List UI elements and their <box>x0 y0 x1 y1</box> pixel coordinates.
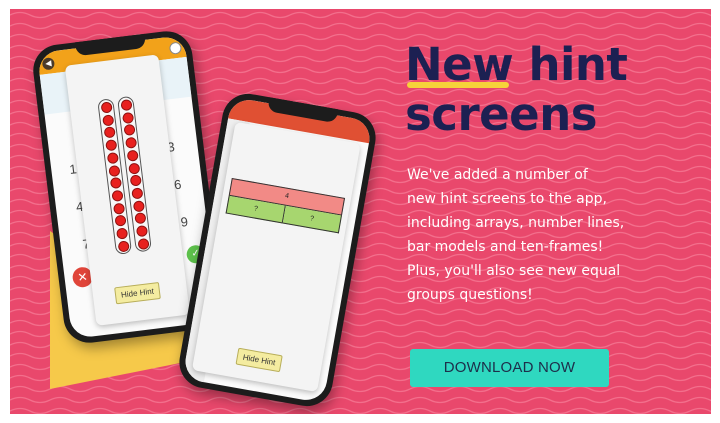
title-word-screens: screens <box>405 88 598 141</box>
array-bead <box>127 162 140 175</box>
array-bead <box>124 136 137 150</box>
array-bead <box>115 227 128 240</box>
array-bead <box>132 199 145 213</box>
menu-icon[interactable] <box>168 41 183 55</box>
array-bead <box>112 202 125 215</box>
description-line: We've added a number of <box>407 167 588 183</box>
array-bead <box>117 240 130 253</box>
array-bead <box>109 177 122 190</box>
download-now-button[interactable]: DOWNLOAD NOW <box>410 349 609 387</box>
array-bead <box>100 101 113 114</box>
description-line: groups questions! <box>407 287 533 303</box>
title-word-hint: hint <box>528 38 628 91</box>
bar-model-hint-panel: 4 ? ? Hide Hint <box>191 121 361 393</box>
bead-array <box>97 95 156 255</box>
array-bead <box>136 237 150 250</box>
array-bead <box>130 187 143 200</box>
hide-hint-button[interactable]: Hide Hint <box>114 281 161 305</box>
array-bead <box>113 214 127 228</box>
array-bead <box>106 151 119 165</box>
key-9[interactable]: 9 <box>180 214 189 230</box>
array-bead <box>121 111 134 124</box>
bar-model: 4 ? ? <box>225 177 346 234</box>
array-bead <box>103 126 116 139</box>
title-word-new: New <box>405 38 514 91</box>
array-bead <box>126 149 139 162</box>
description-line: new hint screens to the app, <box>407 191 607 207</box>
description: We've added a number of new hint screens… <box>407 163 707 307</box>
page-title: New hint screens <box>405 40 695 140</box>
array-bead <box>107 164 121 177</box>
array-bead <box>110 189 124 202</box>
description-line: Plus, you'll also see new equal <box>407 263 621 279</box>
description-line: including arrays, number lines, <box>407 215 625 231</box>
array-bead <box>135 225 148 238</box>
array-bead <box>101 114 114 127</box>
array-bead <box>133 212 147 225</box>
array-bead <box>119 99 133 112</box>
array-bead <box>122 124 136 137</box>
array-bead <box>104 139 117 152</box>
description-line: bar models and ten-frames! <box>407 239 604 255</box>
array-bead <box>129 174 142 187</box>
hide-hint-button[interactable]: Hide Hint <box>235 347 283 373</box>
back-arrow-icon[interactable]: ◀ <box>41 57 56 71</box>
